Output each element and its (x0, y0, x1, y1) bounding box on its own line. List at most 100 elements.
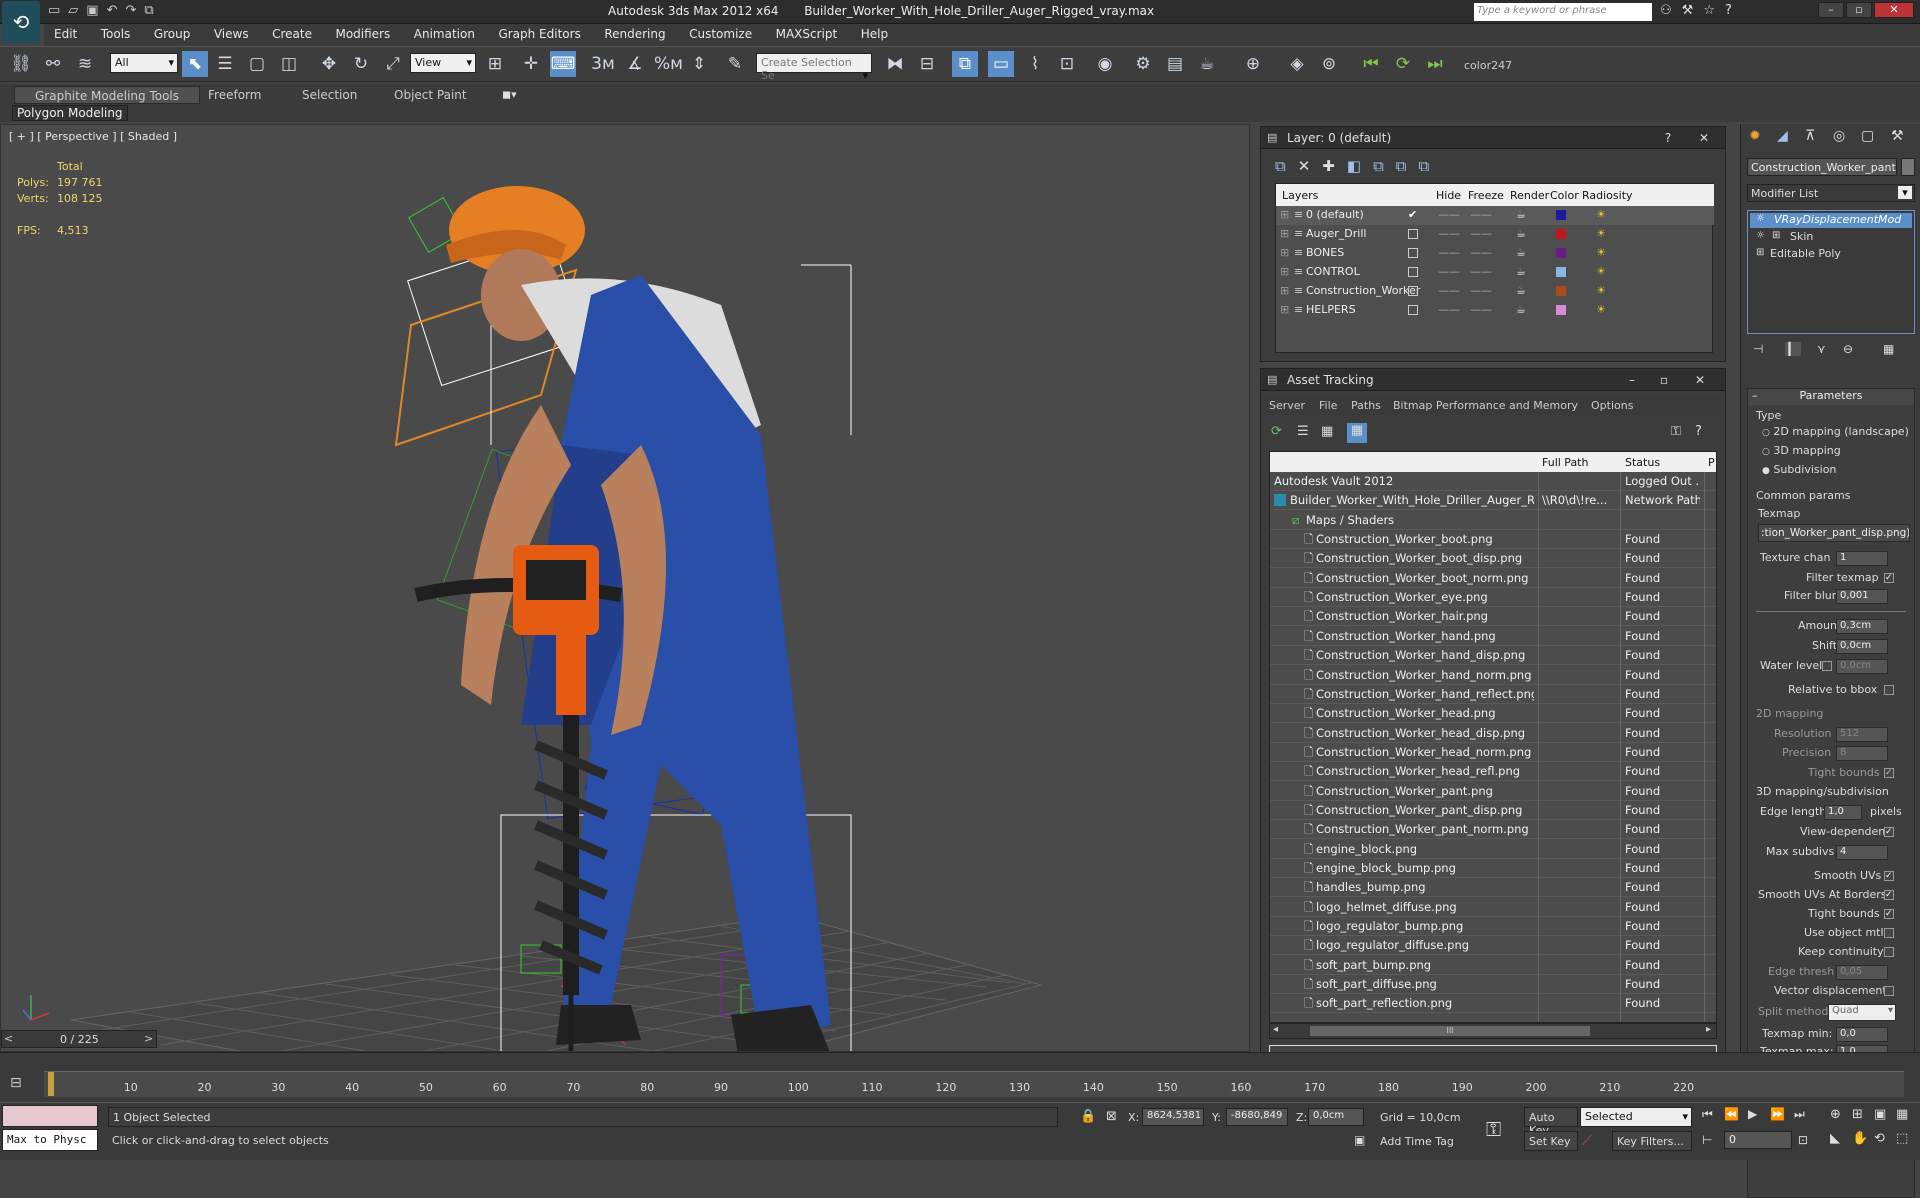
z-coordinate-field[interactable]: 0,0cm (1308, 1108, 1364, 1126)
utilities-tab-icon[interactable]: ⚒ (1891, 128, 1904, 144)
hierarchy-tab-icon[interactable]: ⊼ (1805, 128, 1815, 144)
slider-next-arrow-icon[interactable]: > (144, 1032, 153, 1045)
modify-tab-icon[interactable]: ◢ (1777, 128, 1788, 144)
tools-icon[interactable]: ⚒ (1682, 3, 1704, 18)
refresh-icon[interactable]: ⟳ (1271, 424, 1282, 439)
freeze-all-icon[interactable]: ⧉ (1419, 157, 1442, 175)
asset-row[interactable]: 🗋 Construction_Worker_hand_reflect.png Fou… (1270, 685, 1716, 704)
layer-name[interactable]: BONES (1306, 246, 1424, 259)
named-selection-dropdown[interactable]: Create Selection Se ▾ (756, 53, 872, 82)
keyboard-shortcut-icon[interactable]: ⌨ (550, 51, 576, 77)
tab-graphite-modeling-tools[interactable]: Graphite Modeling Tools (14, 86, 201, 104)
set-key-button[interactable]: Set Key (1524, 1131, 1578, 1151)
filter-blur-field[interactable]: 0,001 (1836, 589, 1888, 604)
asset-menu-file[interactable]: File (1319, 399, 1337, 412)
smooth-uvs-borders-checkbox[interactable]: ✓ (1884, 890, 1894, 900)
texmap-min-field[interactable]: 0,0 (1836, 1027, 1888, 1042)
new-file-icon[interactable]: ▭ (48, 3, 68, 18)
redo-icon[interactable]: ↷ (126, 3, 145, 18)
vector-displacement-checkbox[interactable] (1884, 986, 1894, 996)
tab-object-paint[interactable]: Object Paint (382, 86, 479, 104)
maximize-button[interactable]: ▫ (1846, 2, 1872, 18)
render-teapot-icon[interactable]: ☕ (1516, 227, 1526, 240)
hide-toggle[interactable]: —— (1438, 265, 1460, 278)
col-full-path[interactable]: Full Path (1542, 456, 1588, 469)
y-coordinate-field[interactable]: -8680,849 (1226, 1108, 1288, 1126)
tight-bounds-checkbox[interactable]: ✓ (1884, 768, 1894, 778)
stack-expand-icon[interactable]: ⊞ (1772, 230, 1780, 241)
orbit-icon[interactable]: ⟲ (1874, 1131, 1885, 1146)
asset-row[interactable]: 🗋 logo_helmet_diffuse.png Found (1270, 898, 1716, 917)
asset-name[interactable]: Construction_Worker_head_norm.png (1316, 745, 1534, 759)
render-teapot-icon[interactable]: ☕ (1516, 265, 1526, 278)
expand-icon[interactable]: ⊞ (1280, 284, 1289, 297)
hide-toggle[interactable]: —— (1438, 284, 1460, 297)
search-input[interactable]: Type a keyword or phrase (1474, 3, 1652, 21)
asset-menu-server[interactable]: Server (1269, 399, 1305, 412)
col-render[interactable]: Render (1510, 189, 1549, 202)
reference-coordinate-dropdown[interactable]: View ▾ (410, 53, 476, 73)
asset-row[interactable]: 🗋 Construction_Worker_hand_disp.png Found (1270, 646, 1716, 666)
go-to-start-icon[interactable]: ⏮ (1702, 1107, 1713, 1122)
asset-name[interactable]: Construction_Worker_eye.png (1316, 590, 1534, 604)
current-frame-field[interactable]: 0 (1724, 1131, 1792, 1149)
key-icon[interactable]: ⟋ (1582, 1133, 1592, 1149)
max-subdivs-field[interactable]: 4 (1836, 845, 1888, 860)
filter-texmap-checkbox[interactable]: ✓ (1884, 573, 1894, 583)
material-editor-icon[interactable]: ◉ (1092, 51, 1118, 77)
highlight-layer-icon[interactable]: ⧉ (1373, 157, 1396, 175)
pivot-center-icon[interactable]: ⊞ (482, 51, 508, 77)
render-icon[interactable]: ☕ (1194, 51, 1220, 77)
asset-name[interactable]: handles_bump.png (1316, 880, 1534, 894)
asset-name[interactable]: Autodesk Vault 2012 (1274, 474, 1534, 488)
smooth-uvs-checkbox[interactable]: ✓ (1884, 871, 1894, 881)
spinner-snap-icon[interactable]: ⇕ (686, 51, 712, 77)
hide-toggle[interactable]: —— (1438, 227, 1460, 240)
texmap-button[interactable]: :tion_Worker_pant_disp.png) (1758, 524, 1910, 542)
list-view-icon[interactable]: ☰ (1297, 424, 1309, 439)
asset-name[interactable]: Builder_Worker_With_Hole_Driller_Auger_R… (1290, 493, 1534, 507)
schematic-view-icon[interactable]: ⊡ (1054, 51, 1080, 77)
star-icon[interactable]: ☆ (1703, 3, 1725, 18)
selected-dropdown[interactable]: Selected ▾ (1580, 1107, 1692, 1127)
binoculars-icon[interactable]: ⚇ (1660, 3, 1682, 18)
snap-toggle-icon[interactable]: 3ᴍ (590, 51, 616, 77)
open-file-icon[interactable]: ▱ (68, 3, 86, 18)
layer-help-button[interactable]: ? (1659, 130, 1677, 146)
expand-icon[interactable]: ⊞ (1280, 265, 1289, 278)
maximize-viewport-icon[interactable]: ⬚ (1896, 1131, 1908, 1146)
asset-row[interactable]: 🗋 engine_block_bump.png Found (1270, 859, 1716, 878)
asset-row[interactable]: 🗋 Construction_Worker_boot.png Found (1270, 530, 1716, 550)
freeze-toggle[interactable]: —— (1470, 246, 1492, 259)
use-object-mtl-checkbox[interactable] (1884, 928, 1894, 938)
menu-views[interactable]: Views (204, 24, 259, 41)
layer-row[interactable]: ⊞ ≡ Construction_Worker —— —— ☕ ☀ (1276, 282, 1714, 301)
asset-row[interactable]: 🗋 soft_part_diffuse.png Found (1270, 975, 1716, 995)
layer-manager-icon[interactable]: ⧉ (952, 51, 978, 77)
layer-color-swatch[interactable] (1556, 305, 1566, 315)
motion-tab-icon[interactable]: ◎ (1833, 128, 1845, 144)
layer-row[interactable]: ⊞ ≡ HELPERS —— —— ☕ ☀ (1276, 301, 1714, 320)
asset-name[interactable]: soft_part_reflection.png (1316, 996, 1534, 1010)
freeze-toggle[interactable]: —— (1470, 265, 1492, 278)
vray-tool-3-icon[interactable]: ⊚ (1316, 51, 1342, 77)
amount-field[interactable]: 0,3cm (1836, 619, 1888, 634)
modifier-list-dropdown[interactable]: Modifier List ▾ (1747, 184, 1915, 202)
expand-icon[interactable]: ⊞ (1280, 303, 1289, 316)
render-setup-icon[interactable]: ⚙ (1130, 51, 1156, 77)
save-icon[interactable]: ▣ (86, 3, 106, 18)
angle-snap-icon[interactable]: ∡ (622, 51, 648, 77)
object-color-swatch[interactable] (1901, 158, 1915, 176)
stack-bulb-icon[interactable]: ☼ (1756, 213, 1765, 224)
asset-row[interactable]: 🗋 Construction_Worker_head_refl.png Found (1270, 762, 1716, 782)
layer-color-swatch[interactable] (1556, 210, 1566, 220)
asset-name[interactable]: Construction_Worker_boot_norm.png (1316, 571, 1534, 585)
layer-close-button[interactable]: ✕ (1695, 130, 1713, 146)
asset-name[interactable]: Construction_Worker_boot_disp.png (1316, 551, 1534, 565)
fov-icon[interactable]: ◣ (1830, 1131, 1840, 1146)
mini-curve-editor-icon[interactable]: ⊟ (10, 1075, 22, 1091)
asset-name[interactable]: Construction_Worker_pant.png (1316, 784, 1534, 798)
asset-row[interactable]: 🗋 Construction_Worker_eye.png Found (1270, 588, 1716, 608)
edge-length-field[interactable]: 1,0 (1824, 805, 1862, 820)
layer-name[interactable]: 0 (default) (1306, 208, 1424, 221)
